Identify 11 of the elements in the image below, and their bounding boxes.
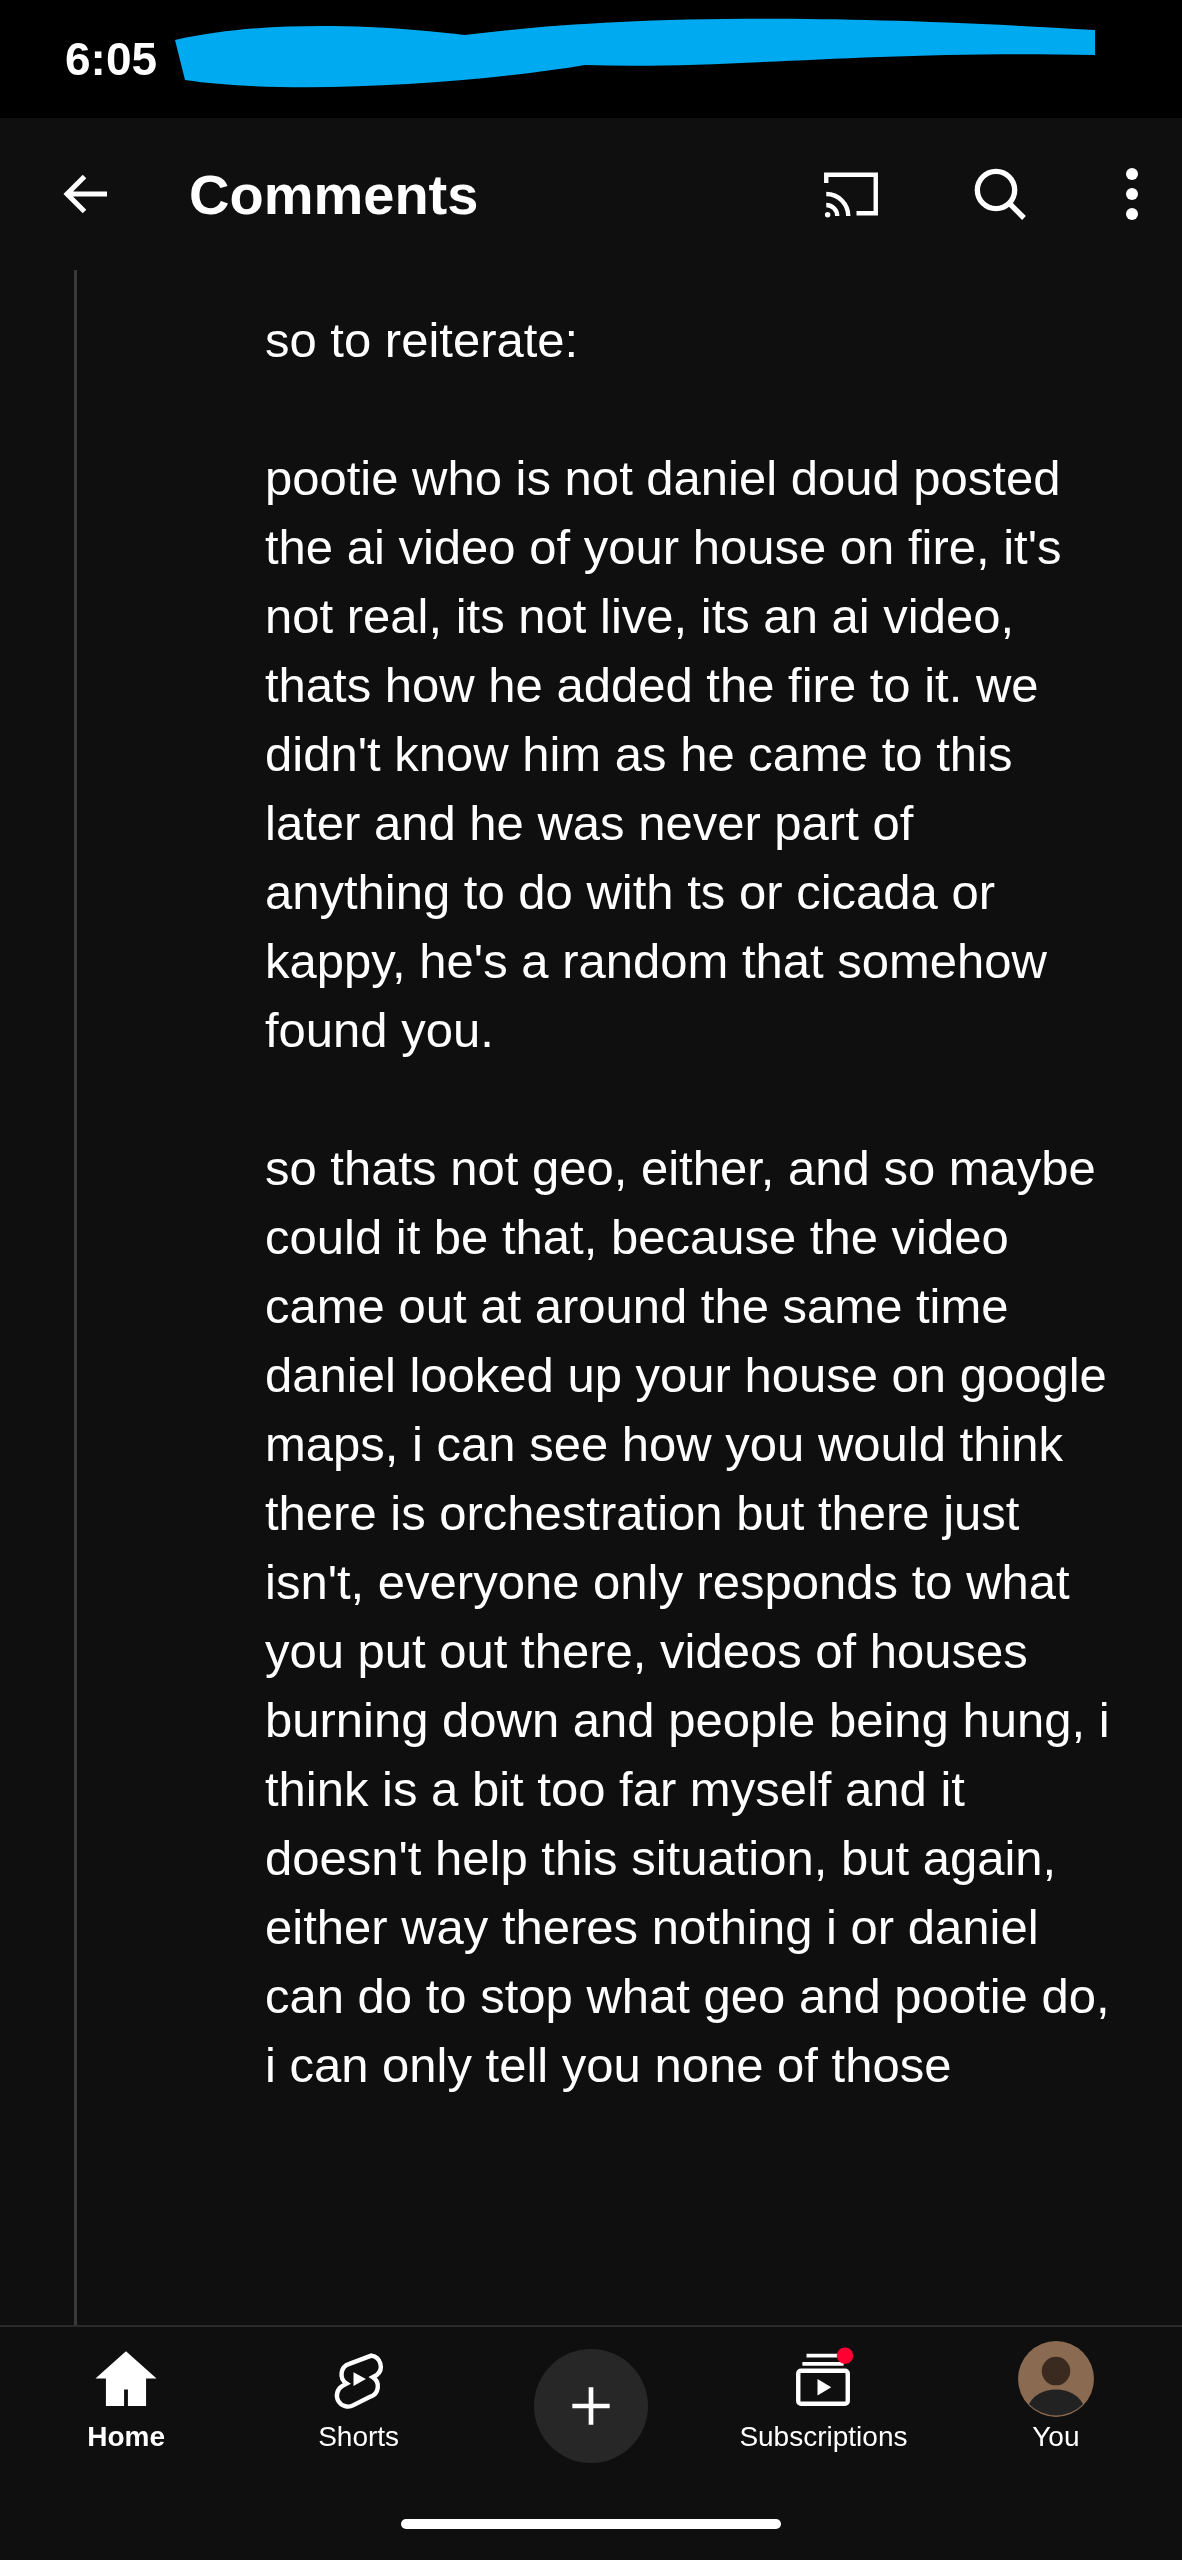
comment-paragraph: so thats not geo, either, and so maybe could it be that, because the video came out at around the same time daniel looked up your house on google maps, i can see how you would think there is orchestration but there just isn't, everyone only responds to what you put out there, videos of houses burning down and people being hung, i think is a bit too far myself and it doesn't help this situation, but again, either way theres nothing i or daniel can do to stop what geo and pootie do, i can only tell you none of those — [265, 1140, 1110, 2094]
subscriptions-icon — [796, 2353, 851, 2406]
status-time: 6:05 — [65, 32, 158, 86]
shorts-tab[interactable]: Shorts — [318, 2341, 400, 2453]
comment-paragraph: so to reiterate: — [265, 312, 580, 369]
comment-paragraph: pootie who is not daniel doud posted the ai video of your house on fire, it's not real, its not live, its an ai video, thats how he added the fire to it. we didn't know him as he came to this later and he was never part of anything to do with ts or cicada or kappy, he's a random that somehow found you. — [265, 450, 1063, 1059]
you-tab[interactable]: You — [1017, 2341, 1094, 2453]
home-tab[interactable]: Home — [87, 2341, 166, 2453]
avatar-icon — [1017, 2341, 1094, 2417]
subscriptions-tab[interactable]: Subscriptions — [739, 2341, 908, 2453]
page-title: Comments — [189, 161, 480, 227]
